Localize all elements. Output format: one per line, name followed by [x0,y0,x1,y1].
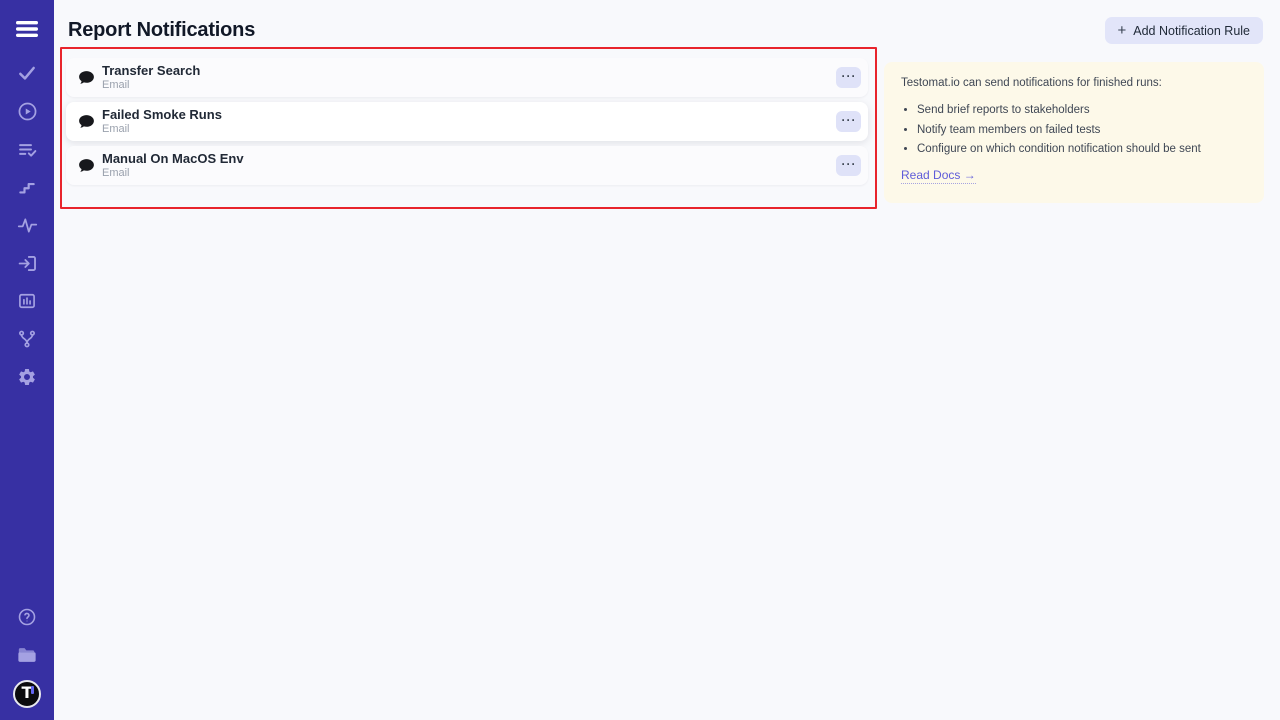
page-title: Report Notifications [68,19,255,42]
import-icon[interactable] [0,244,54,282]
sidebar-nav [0,54,54,396]
speech-bubble-icon [78,114,95,129]
gear-icon[interactable] [0,358,54,396]
projects-folder-icon[interactable] [0,636,54,674]
notification-rule-row[interactable]: Failed Smoke Runs Email ··· [66,102,868,141]
rule-channel: Email [102,123,222,136]
rule-channel: Email [102,79,200,92]
logo-accent [31,686,34,694]
speech-bubble-icon [78,158,95,173]
add-button-label: Add Notification Rule [1133,24,1250,38]
report-chart-icon[interactable] [0,282,54,320]
info-panel-intro: Testomat.io can send notifications for f… [901,77,1247,89]
rule-text: Manual On MacOS Env Email [102,151,244,180]
sidebar: T [0,0,54,720]
plus-icon: + [1118,23,1127,38]
info-bullet: Configure on which condition notificatio… [917,143,1247,155]
activity-pulse-icon[interactable] [0,206,54,244]
branch-icon[interactable] [0,320,54,358]
read-docs-link[interactable]: Read Docs → [901,168,976,184]
rule-text: Transfer Search Email [102,63,200,92]
hamburger-menu-icon[interactable] [0,10,54,48]
steps-icon[interactable] [0,168,54,206]
help-icon[interactable] [0,598,54,636]
rule-menu-button[interactable]: ··· [836,67,861,88]
rule-text: Failed Smoke Runs Email [102,107,222,136]
rule-name: Manual On MacOS Env [102,151,244,167]
notification-rule-row[interactable]: Transfer Search Email ··· [66,58,868,97]
play-circle-icon[interactable] [0,92,54,130]
rule-name: Failed Smoke Runs [102,107,222,123]
testomat-logo[interactable]: T [13,680,41,708]
info-bullet: Notify team members on failed tests [917,124,1247,136]
add-notification-rule-button[interactable]: + Add Notification Rule [1105,17,1264,44]
notification-rules-list: Transfer Search Email ··· Failed Smoke R… [66,58,868,190]
speech-bubble-icon [78,70,95,85]
rule-name: Transfer Search [102,63,200,79]
info-panel-bullets: Send brief reports to stakeholders Notif… [901,104,1247,155]
rule-menu-button[interactable]: ··· [836,111,861,132]
sidebar-bottom: T [0,598,54,720]
notification-rule-row[interactable]: Manual On MacOS Env Email ··· [66,146,868,185]
rule-channel: Email [102,167,244,180]
tests-check-icon[interactable] [0,54,54,92]
info-bullet: Send brief reports to stakeholders [917,104,1247,116]
rule-menu-button[interactable]: ··· [836,155,861,176]
info-panel: Testomat.io can send notifications for f… [884,62,1264,203]
runs-list-check-icon[interactable] [0,130,54,168]
